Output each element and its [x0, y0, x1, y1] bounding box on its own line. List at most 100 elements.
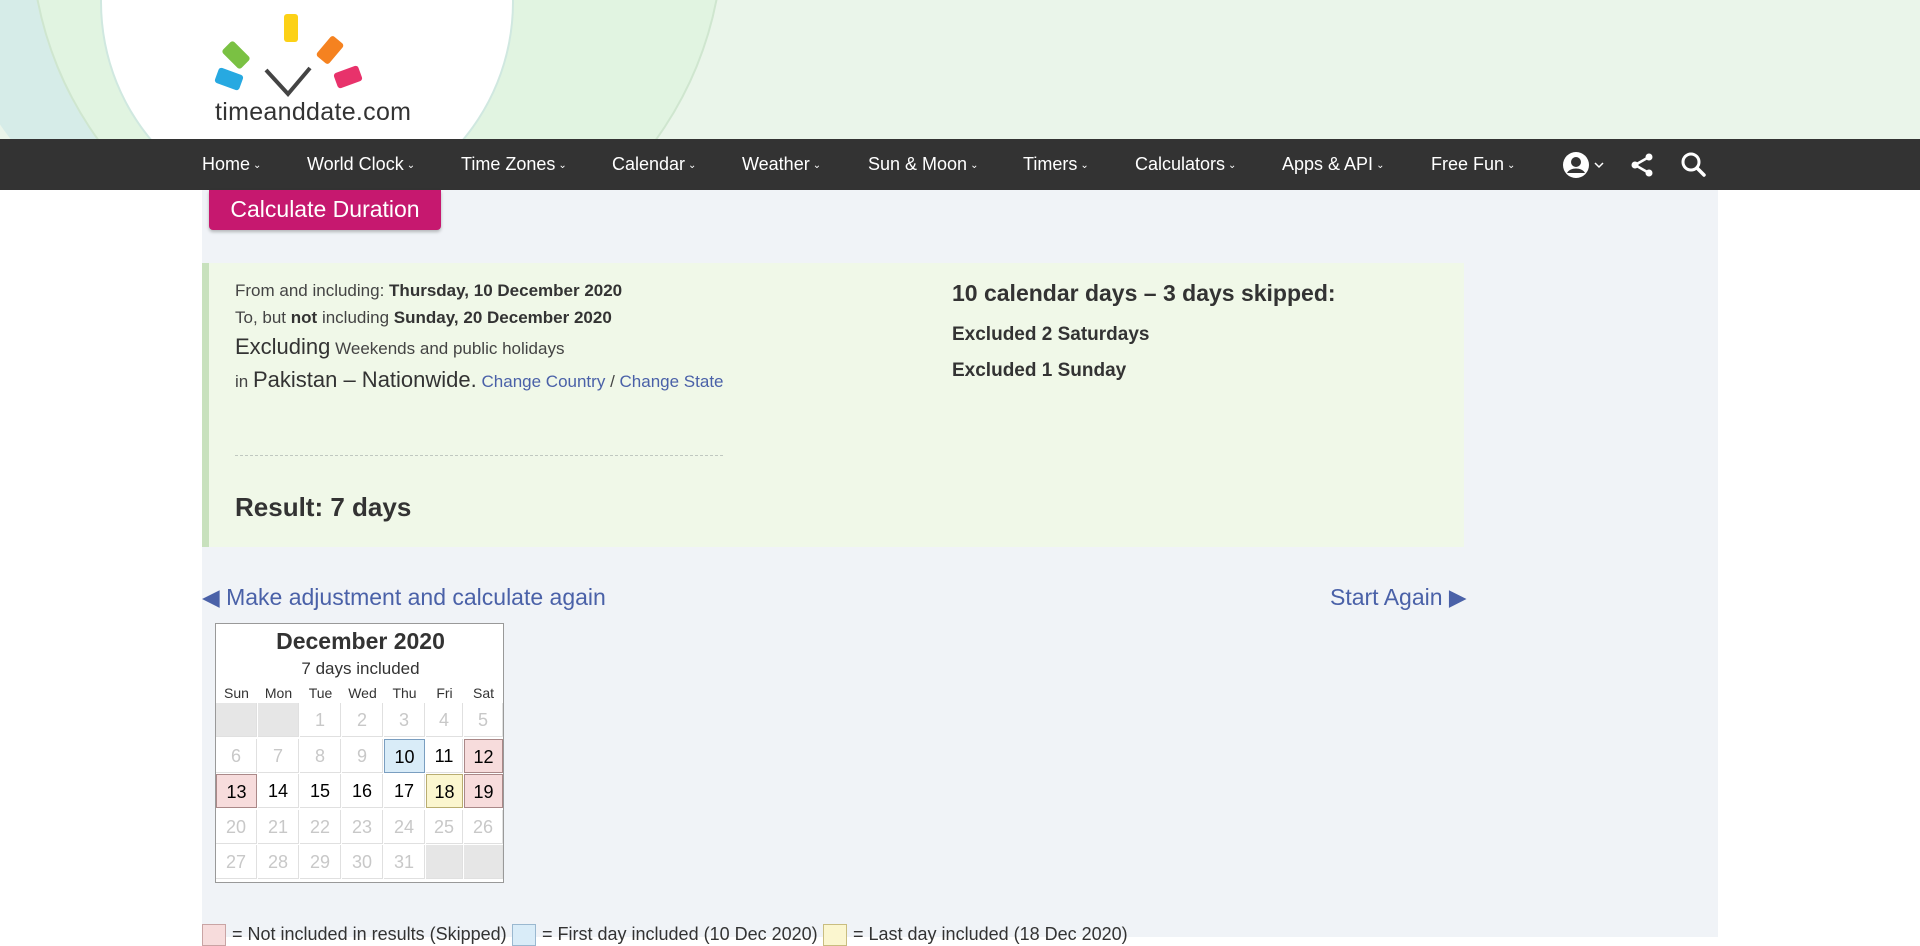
nav-item-timers[interactable]: Timers ⌄: [1023, 139, 1089, 190]
chevron-down-icon: ⌄: [1507, 160, 1516, 171]
calendar-day: 24: [384, 809, 425, 844]
chevron-down-icon: ⌄: [812, 160, 822, 171]
in-label: in: [235, 372, 249, 391]
calendar-day: 12: [464, 738, 503, 773]
nav-item-calendar[interactable]: Calendar ⌄: [612, 139, 696, 190]
calendar-day: 6: [216, 738, 257, 773]
user-icon[interactable]: [1562, 151, 1590, 179]
nav-item-apps-api[interactable]: Apps & API ⌄: [1282, 139, 1384, 190]
calendar-day: [258, 703, 299, 737]
calendar-day: 11: [426, 738, 463, 773]
change-state-link[interactable]: Change State: [620, 372, 724, 391]
calendar-day: 21: [258, 809, 299, 844]
calculate-duration-button[interactable]: Calculate Duration: [209, 190, 441, 230]
nav-label: Home: [202, 154, 251, 174]
calendar-day: [464, 845, 503, 879]
calendar-day: 27: [216, 845, 257, 879]
chevron-down-icon: ⌄: [970, 160, 979, 171]
start-again-link[interactable]: Start Again ▶: [1330, 584, 1467, 611]
calendar-day: [426, 845, 463, 879]
chevron-down-icon: ⌄: [688, 160, 697, 171]
to-prefix: To, but: [235, 308, 287, 327]
chevron-down-icon: ⌄: [1228, 160, 1237, 171]
day-of-week-header: Sun: [224, 685, 249, 701]
day-of-week-header: Wed: [348, 685, 377, 701]
calendar-day: 17: [384, 774, 425, 808]
nav-item-calculators[interactable]: Calculators ⌄: [1135, 139, 1236, 190]
legend-skipped: = Not included in results (Skipped): [232, 924, 507, 944]
calendar-day: 5: [464, 703, 503, 737]
separator: /: [610, 372, 615, 391]
day-of-week-header: Sat: [472, 685, 494, 701]
chevron-down-icon: ⌄: [558, 160, 567, 171]
nav-item-free-fun[interactable]: Free Fun ⌄: [1431, 139, 1515, 190]
day-of-week-header: Mon: [264, 685, 293, 701]
logo-clock-icon: [214, 14, 363, 98]
calendar-day: 2: [342, 703, 383, 737]
share-icon[interactable]: [1628, 151, 1656, 179]
calendar-day: 4: [426, 703, 463, 737]
calendar-day: 19: [464, 774, 503, 808]
calendar-day: 14: [258, 774, 299, 808]
legend-last: = Last day included (18 Dec 2020): [853, 924, 1128, 944]
site-logo[interactable]: timeanddate.com: [200, 10, 440, 130]
nav-label: Calculators: [1135, 154, 1226, 174]
calendar-day: 20: [216, 809, 257, 844]
nav-item-weather[interactable]: Weather ⌄: [742, 139, 821, 190]
make-adjustment-link[interactable]: ◀ Make adjustment and calculate again: [202, 584, 606, 611]
change-country-link[interactable]: Change Country: [482, 372, 606, 391]
nav-label: Sun & Moon: [868, 154, 968, 174]
calendar-day: 13: [216, 774, 257, 808]
skipped-swatch: [202, 924, 226, 946]
calendar-day: 25: [426, 809, 463, 844]
result-title: Result: 7 days: [235, 492, 412, 522]
from-label: From and including:: [235, 281, 385, 300]
search-icon[interactable]: [1679, 151, 1707, 179]
country-name: Pakistan – Nationwide: [252, 367, 471, 392]
nav-label: Time Zones: [461, 154, 556, 174]
nav-label: Free Fun: [1431, 154, 1505, 174]
period: .: [470, 367, 477, 392]
calendar-day: 9: [342, 738, 383, 773]
calendar-day: 29: [300, 845, 341, 879]
calendar-days-summary: 10 calendar days – 3 days skipped:: [952, 280, 1336, 306]
nav-item-world-clock[interactable]: World Clock ⌄: [307, 139, 415, 190]
month-calendar: December 2020 7 days included Sun Mon Tue W…: [215, 623, 504, 883]
calendar-day: 3: [384, 703, 425, 737]
excluded-sunday: Excluded 1 Sunday: [952, 360, 1127, 381]
calendar-day: 22: [300, 809, 341, 844]
calendar-day: 26: [464, 809, 503, 844]
legend-first: = First day included (10 Dec 2020): [542, 924, 818, 944]
to-line: To, but not including Sunday, 20 Decembe…: [235, 308, 612, 328]
calendar-day: 8: [300, 738, 341, 773]
nav-label: Timers: [1023, 154, 1078, 174]
logo-text: timeanddate.com: [215, 98, 412, 126]
country-line: in Pakistan – Nationwide. Change Country…: [235, 367, 724, 393]
day-of-week-header: Tue: [308, 685, 333, 701]
to-label: including: [321, 308, 390, 327]
nav-item-home[interactable]: Home ⌄: [202, 139, 261, 190]
to-not: not: [290, 308, 318, 327]
last-day-swatch: [823, 924, 847, 946]
day-of-week-header: Fri: [436, 685, 453, 701]
chevron-down-icon: ⌄: [1376, 160, 1385, 171]
calendar-day: 30: [342, 845, 383, 879]
excluded-saturdays: Excluded 2 Saturdays: [952, 324, 1150, 345]
calendar-day: [216, 703, 257, 737]
nav-item-time-zones[interactable]: Time Zones ⌄: [461, 139, 567, 190]
calendar-day: 23: [342, 809, 383, 844]
nav-item-sun-moon[interactable]: Sun & Moon ⌄: [868, 139, 978, 190]
calendar-day: 28: [258, 845, 299, 879]
chevron-down-icon: ⌄: [406, 160, 416, 171]
to-date: Sunday, 20 December 2020: [393, 308, 612, 327]
calendar-subtitle: 7 days included: [301, 659, 420, 678]
site-header: timeanddate.com: [0, 0, 1920, 139]
divider: [235, 455, 723, 456]
calendar-day: 16: [342, 774, 383, 808]
chevron-down-icon[interactable]: [1594, 161, 1604, 169]
chevron-down-icon: ⌄: [1080, 160, 1089, 171]
calendar-day: 18: [426, 774, 463, 808]
main-nav: Home ⌄ World Clock ⌄ Time Zones ⌄ Calendar ⌄…: [0, 139, 1920, 190]
calendar-day: 15: [300, 774, 341, 808]
calendar-day: 31: [384, 845, 425, 879]
